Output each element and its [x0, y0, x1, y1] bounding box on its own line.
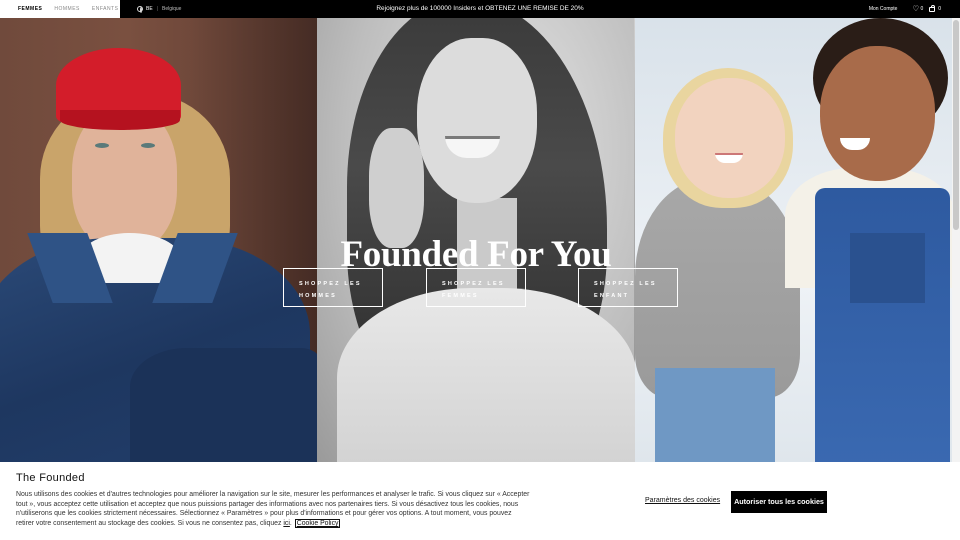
cookie-here-link[interactable]: ici	[283, 520, 290, 527]
tab-enfants[interactable]: ENFANTS	[92, 6, 119, 12]
heart-icon	[912, 4, 919, 15]
wishlist-count: 0	[920, 6, 924, 12]
top-bar: FEMMES HOMMES ENFANTS BE | Belgique Rejo…	[0, 0, 960, 18]
shop-women-line2: FEMMES	[442, 293, 479, 299]
wishlist-button[interactable]: 0	[912, 4, 924, 15]
women-denim-shirt	[337, 288, 635, 462]
shop-kids-line2: ENFANT	[594, 293, 630, 299]
page-scrollbar[interactable]	[952, 18, 960, 462]
country-code: BE	[146, 6, 153, 12]
shop-women-line1: SHOPPEZ LES	[442, 281, 505, 287]
cookie-banner-text: Nous utilisons des cookies et d'autres t…	[16, 491, 530, 529]
accept-all-cookies-button[interactable]: Autoriser tous les cookies	[731, 491, 827, 513]
shop-men-button[interactable]: SHOPPEZ LES HOMMES	[283, 268, 383, 307]
cookie-policy-link[interactable]: Cookie Policy	[294, 519, 341, 529]
tab-femmes[interactable]: FEMMES	[18, 6, 42, 12]
men-eyes	[95, 143, 155, 149]
promo-text[interactable]: Rejoignez plus de 100000 Insiders et OBT…	[376, 5, 583, 12]
boy-face	[819, 46, 935, 181]
country-name: Belgique	[161, 6, 182, 12]
bag-icon	[929, 5, 936, 12]
shop-men-line2: HOMMES	[299, 293, 337, 299]
cookie-settings-button[interactable]: Paramètres des cookies	[645, 497, 720, 504]
shop-women-button[interactable]: SHOPPEZ LES FEMMES	[426, 268, 526, 307]
country-selector[interactable]: BE | Belgique	[137, 0, 181, 18]
account-link[interactable]: Mon Compte	[869, 6, 898, 12]
country-separator: |	[156, 6, 158, 12]
tab-hommes[interactable]: HOMMES	[54, 6, 80, 12]
shop-kids-line1: SHOPPEZ LES	[594, 281, 657, 287]
cookie-banner: The Founded Nous utilisons des cookies e…	[0, 462, 960, 540]
account-area: Mon Compte 0 0	[869, 0, 960, 18]
shop-men-line1: SHOPPEZ LES	[299, 281, 362, 287]
men-cap-brim	[60, 110, 180, 130]
scrollbar-thumb[interactable]	[953, 20, 959, 230]
boy-overalls	[814, 188, 950, 462]
cart-count: 0	[938, 6, 941, 12]
men-arm	[130, 348, 318, 462]
globe-icon	[137, 6, 143, 13]
shop-kids-button[interactable]: SHOPPEZ LES ENFANT	[578, 268, 678, 307]
girl-jeans	[654, 368, 775, 462]
cookie-banner-title: The Founded	[16, 472, 85, 484]
girl-face	[674, 78, 785, 198]
cart-button[interactable]: 0	[929, 5, 941, 12]
women-hand	[369, 128, 425, 248]
gender-tabs: FEMMES HOMMES ENFANTS	[0, 0, 130, 18]
cookie-body-text: Nous utilisons des cookies et d'autres t…	[16, 491, 530, 528]
women-face	[417, 38, 538, 203]
